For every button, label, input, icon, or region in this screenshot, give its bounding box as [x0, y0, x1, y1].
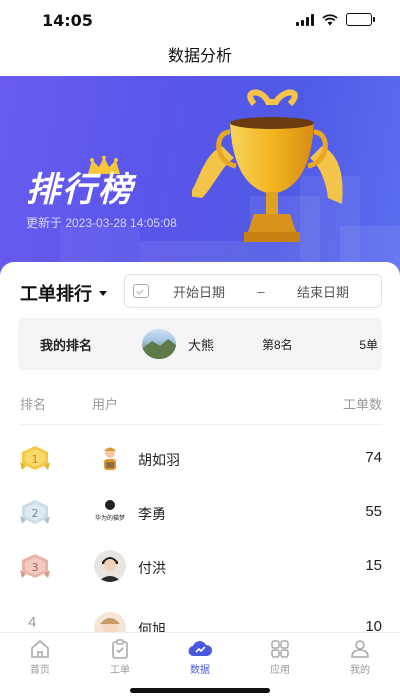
tab-home[interactable]: 首页 — [0, 639, 80, 676]
row-name: 付洪 — [138, 560, 166, 576]
trophy-icon — [192, 89, 343, 242]
table-row[interactable]: 3 付洪 15 — [0, 542, 400, 598]
tab-workorder[interactable]: 工单 — [80, 639, 160, 676]
tab-label: 数据 — [190, 665, 210, 676]
clipboard-icon — [112, 639, 128, 659]
rank-number: 1 — [32, 453, 39, 466]
date-separator: – — [257, 283, 265, 299]
row-count: 15 — [365, 557, 382, 574]
start-date-field[interactable]: 开始日期 — [149, 282, 249, 301]
rank-number: 3 — [32, 561, 39, 574]
tab-label: 应用 — [270, 665, 290, 676]
wifi-icon — [322, 13, 338, 25]
status-icons — [296, 13, 375, 26]
page-title: 数据分析 — [0, 40, 400, 76]
update-time: 更新于 2023-03-28 14:05:08 — [26, 216, 177, 230]
header-rank: 排名 — [20, 397, 47, 412]
tab-label: 首页 — [30, 665, 50, 676]
header-user: 用户 — [92, 397, 119, 412]
caret-down-icon — [99, 290, 107, 296]
tab-mine[interactable]: 我的 — [320, 639, 400, 676]
avatar — [94, 442, 126, 474]
my-name: 大熊 — [188, 337, 215, 353]
ranking-card: 工单排行 开始日期 – 结束日期 我的排名 大熊 第8名 5单 排名 用户 工单… — [0, 262, 400, 644]
banner-title: 排行榜 — [26, 171, 134, 209]
table-row[interactable]: 1 胡如羽 74 — [0, 434, 400, 490]
my-rank-label: 我的排名 — [40, 337, 93, 353]
header-count: 工单数 — [342, 397, 382, 412]
ranking-type-dropdown[interactable]: 工单排行 — [20, 280, 107, 306]
table-row[interactable]: 2 华为的猫梦 李勇 55 — [0, 488, 400, 544]
cloud-icon — [188, 641, 213, 657]
my-rank-summary: 我的排名 大熊 第8名 5单 — [18, 318, 382, 370]
tab-label: 工单 — [110, 665, 130, 676]
tab-apps[interactable]: 应用 — [240, 639, 320, 676]
row-count: 74 — [365, 449, 382, 466]
tab-label: 我的 — [350, 665, 370, 676]
row-name: 胡如羽 — [138, 452, 180, 468]
battery-icon — [346, 13, 375, 26]
bronze-medal-icon: 3 — [20, 554, 50, 578]
home-indicator — [130, 688, 270, 693]
my-count: 5单 — [359, 337, 378, 352]
end-date-field[interactable]: 结束日期 — [273, 282, 373, 301]
avatar — [94, 550, 126, 582]
avatar: 华为的猫梦 — [94, 496, 126, 528]
my-position: 第8名 — [262, 337, 293, 352]
status-time: 14:05 — [42, 11, 93, 30]
home-icon — [31, 640, 49, 658]
rank-number: 4 — [28, 614, 37, 631]
tab-data[interactable]: 数据 — [160, 639, 240, 676]
person-icon — [351, 640, 369, 658]
calendar-icon — [133, 284, 149, 298]
ranking-type-label: 工单排行 — [20, 284, 92, 304]
date-range-picker[interactable]: 开始日期 – 结束日期 — [124, 274, 382, 308]
silver-medal-icon: 2 — [20, 500, 50, 524]
rank-number: 2 — [32, 507, 39, 520]
divider — [20, 424, 382, 425]
avatar-text: 华为的猫梦 — [95, 514, 125, 522]
grid-icon — [271, 640, 289, 658]
leaderboard-banner: 排行榜 更新于 2023-03-28 14:05:08 — [0, 76, 400, 276]
signal-icon — [296, 13, 314, 26]
gold-medal-icon: 1 — [20, 446, 50, 470]
row-count: 55 — [365, 503, 382, 520]
my-avatar — [142, 329, 176, 359]
status-bar: 14:05 — [0, 0, 400, 40]
row-name: 李勇 — [138, 506, 166, 522]
